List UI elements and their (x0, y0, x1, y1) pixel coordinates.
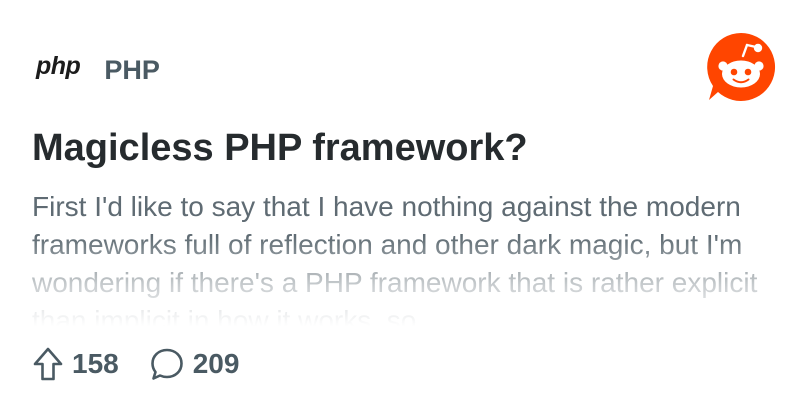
upvote-count: 158 (72, 348, 119, 379)
subreddit-logo[interactable]: php (36, 53, 81, 79)
post-stats: 158 209 (32, 344, 239, 384)
comment-bubble-icon (150, 348, 183, 380)
reddit-snoo-icon[interactable] (704, 30, 778, 104)
post-body-text: First I'd like to say that I have nothin… (32, 191, 758, 326)
subreddit-header: php PHP (36, 50, 160, 90)
comment-count: 209 (192, 348, 240, 379)
comments-button[interactable]: 209 (149, 346, 240, 382)
subreddit-name[interactable]: PHP (104, 56, 160, 84)
upvote-button[interactable]: 158 (32, 346, 119, 382)
post-title[interactable]: Magicless PHP framework? (32, 127, 528, 171)
post-body-preview: First I'd like to say that I have nothin… (32, 188, 762, 326)
upvote-arrow-icon (33, 347, 63, 381)
